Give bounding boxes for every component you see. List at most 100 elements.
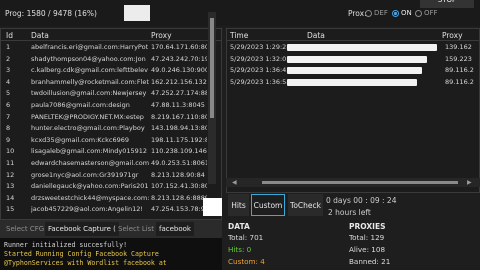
proxy-radio-off[interactable]: OFF	[415, 8, 438, 18]
row-data: shadythompson04@yahoo.com:Jon	[31, 54, 146, 63]
proxy-mode-label: Prox:	[348, 9, 367, 18]
tab-custom[interactable]: Custom	[251, 194, 285, 216]
redacted-data	[287, 78, 417, 86]
table-header: Id Data Proxy	[1, 29, 221, 41]
row-data: PANELTEK@PRODIGY.NET.MX:estep	[31, 112, 144, 121]
row-id: 15	[6, 205, 15, 214]
table-row[interactable]: 3 c.kalberg.cdk@gmail.com:lefttbelev 49.0.…	[1, 65, 221, 77]
tab-tocheck[interactable]: ToCheck	[288, 194, 323, 216]
row-data: c.kalberg.cdk@gmail.com:lefttbelev	[31, 66, 148, 75]
table-row[interactable]: 9 kcxd35@gmail.com:Kckc6969 198.11.175.192…	[1, 135, 221, 147]
row-data: paula7086@gmail.com:design	[31, 101, 130, 109]
table-row[interactable]: 6 paula7086@gmail.com:design 47.88.11.3:80…	[1, 100, 221, 112]
row-data: kcxd35@gmail.com:Kckc6969	[31, 135, 129, 144]
row-proxy: 49.0.246.130:9000	[151, 66, 207, 75]
row-id: 12	[6, 170, 15, 179]
wordlist-tab[interactable]: facebook	[156, 222, 194, 236]
row-proxy: 8.213.128.6:8889	[151, 193, 207, 202]
row-id: 5	[6, 89, 11, 98]
column-header-data[interactable]: Data	[307, 31, 325, 40]
row-data: drzsweetestchick44@myspace.com:	[31, 193, 149, 202]
select-cfg-button[interactable]: Select CFG	[6, 222, 44, 236]
table-row[interactable]: 10 lisagaleb@gmail.com:Mindy015912 110.238…	[1, 146, 221, 158]
console-line: Started Running Config Facebook Capture	[4, 250, 159, 258]
table-row[interactable]: 4 branhammelly@rocketmail.com:Flet 162.212…	[1, 77, 221, 89]
row-proxy: 139.162	[445, 43, 472, 51]
column-header-proxy[interactable]: Proxy	[151, 31, 172, 40]
config-tab[interactable]: Facebook Capture (	[45, 222, 119, 236]
column-header-data[interactable]: Data	[31, 31, 49, 40]
table-row[interactable]: 8 hunter.electro@gmail.com:Playboy 143.198…	[1, 123, 221, 135]
row-data: hunter.electro@gmail.com:Playboy	[31, 124, 145, 133]
redacted-data	[287, 44, 437, 51]
row-proxy: 47.252.27.174:88	[151, 89, 207, 98]
column-header-proxy[interactable]: Proxy	[442, 31, 463, 40]
table-row[interactable]: 11 edwardchasemasterson@gmail.com 49.0.253…	[1, 158, 221, 170]
radio-icon	[365, 9, 372, 17]
table-row[interactable]: 12 grose1nyc@aol.com:Gr391971gr 8.213.128.…	[1, 170, 221, 182]
row-proxy: 162.212.156.132:	[151, 77, 207, 86]
time-left: 2 hours left	[328, 208, 371, 217]
proxies-total: Total: 129	[349, 233, 385, 242]
row-proxy: 49.0.253.51:8061	[151, 159, 207, 167]
row-proxy: 47.243.242.70:19	[151, 54, 207, 63]
scrollbar-thumb[interactable]	[210, 18, 214, 118]
row-data: branhammelly@rocketmail.com:Flet	[31, 77, 149, 86]
scroll-right-icon[interactable]: ▶	[467, 179, 472, 186]
proxy-radio-off-label: OFF	[424, 9, 438, 17]
row-data: lisagaleb@gmail.com:Mindy015912	[31, 147, 148, 156]
row-proxy: 110.238.109.146:	[151, 147, 207, 156]
table-row[interactable]: 2 shadythompson04@yahoo.com:Jon 47.243.242…	[1, 54, 221, 66]
table-row[interactable]: 7 PANELTEK@PRODIGY.NET.MX:estep 8.219.167.…	[1, 112, 221, 124]
elapsed-timer: 0 days 00 : 09 : 24	[326, 196, 397, 205]
row-proxy: 107.152.41.30:80	[151, 182, 207, 191]
data-custom: Custom: 4	[228, 257, 265, 266]
table-row[interactable]: 13 daniellegauck@yahoo.com:Paris201 107.15…	[1, 181, 221, 193]
table-row[interactable]: 5/29/2023 1:29:28 PM 139.162	[227, 42, 479, 54]
table-header: Time Data Proxy	[227, 29, 479, 41]
proxies-banned: Banned: 21	[349, 257, 391, 266]
progress-bar-fill	[124, 5, 150, 21]
data-total: Total: 701	[228, 233, 264, 242]
row-id: 2	[6, 54, 11, 63]
scrollbar-thumb[interactable]	[262, 181, 458, 184]
console-line: Runner initialized succesfully!	[4, 241, 128, 249]
row-proxy: 89.116.2	[445, 66, 474, 75]
row-proxy: 198.11.175.192:80	[151, 135, 207, 144]
row-id: 7	[6, 112, 11, 121]
row-data: jacob457229@aol.com:Angelin12!	[31, 205, 143, 214]
table-row[interactable]: 5/29/2023 1:36:58 PM 89.116.2	[227, 77, 479, 89]
column-header-id[interactable]: Id	[6, 31, 13, 40]
row-proxy: 89.116.2	[445, 77, 474, 86]
table-row[interactable]: 5/29/2023 1:36:43 PM 89.116.2	[227, 65, 479, 77]
data-hits: Hits: 0	[228, 245, 252, 254]
tab-hits[interactable]: Hits	[228, 194, 249, 216]
input-data-table: Id Data Proxy 1 abelfrancis.eri@gmail.com…	[0, 28, 222, 220]
row-proxy: 47.88.11.3:8045	[151, 101, 205, 109]
row-id: 4	[6, 77, 11, 86]
proxy-radio-def[interactable]: DEF	[365, 8, 388, 18]
row-id: 11	[6, 159, 15, 167]
scroll-left-icon[interactable]: ◀	[232, 179, 237, 186]
table-row[interactable]: 15 jacob457229@aol.com:Angelin12! 47.254.1…	[1, 204, 221, 216]
column-header-time[interactable]: Time	[230, 31, 248, 40]
table-row[interactable]: 1 abelfrancis.eri@gmail.com:HarryPot 170.6…	[1, 42, 221, 54]
select-list-button[interactable]: Select List	[118, 222, 154, 236]
proxy-radio-def-label: DEF	[374, 9, 388, 17]
row-proxy: 8.213.128.90:84	[151, 170, 205, 179]
row-proxy: 143.198.94.13:808	[151, 124, 207, 133]
row-data: edwardchasemasterson@gmail.com	[31, 159, 149, 167]
row-data: twdoillusion@gmail.com:Newjersey	[31, 89, 147, 98]
row-proxy: 170.64.171.60:80	[151, 43, 207, 51]
row-id: 6	[6, 101, 11, 109]
stop-button[interactable]: STOP	[420, 0, 474, 8]
row-id: 9	[6, 135, 11, 144]
results-table: Time Data Proxy 5/29/2023 1:29:28 PM 139.…	[226, 28, 480, 193]
row-id: 13	[6, 182, 15, 191]
table-row[interactable]: 5 twdoillusion@gmail.com:Newjersey 47.252.…	[1, 88, 221, 100]
table-row[interactable]: 5/29/2023 1:32:02 PM 159.223	[227, 54, 479, 66]
radio-icon	[415, 9, 422, 17]
table-row[interactable]: 14 drzsweetestchick44@myspace.com: 8.213.1…	[1, 193, 221, 205]
proxy-radio-on[interactable]: ON	[392, 8, 412, 18]
proxies-stats-title: PROXIES	[349, 222, 386, 231]
